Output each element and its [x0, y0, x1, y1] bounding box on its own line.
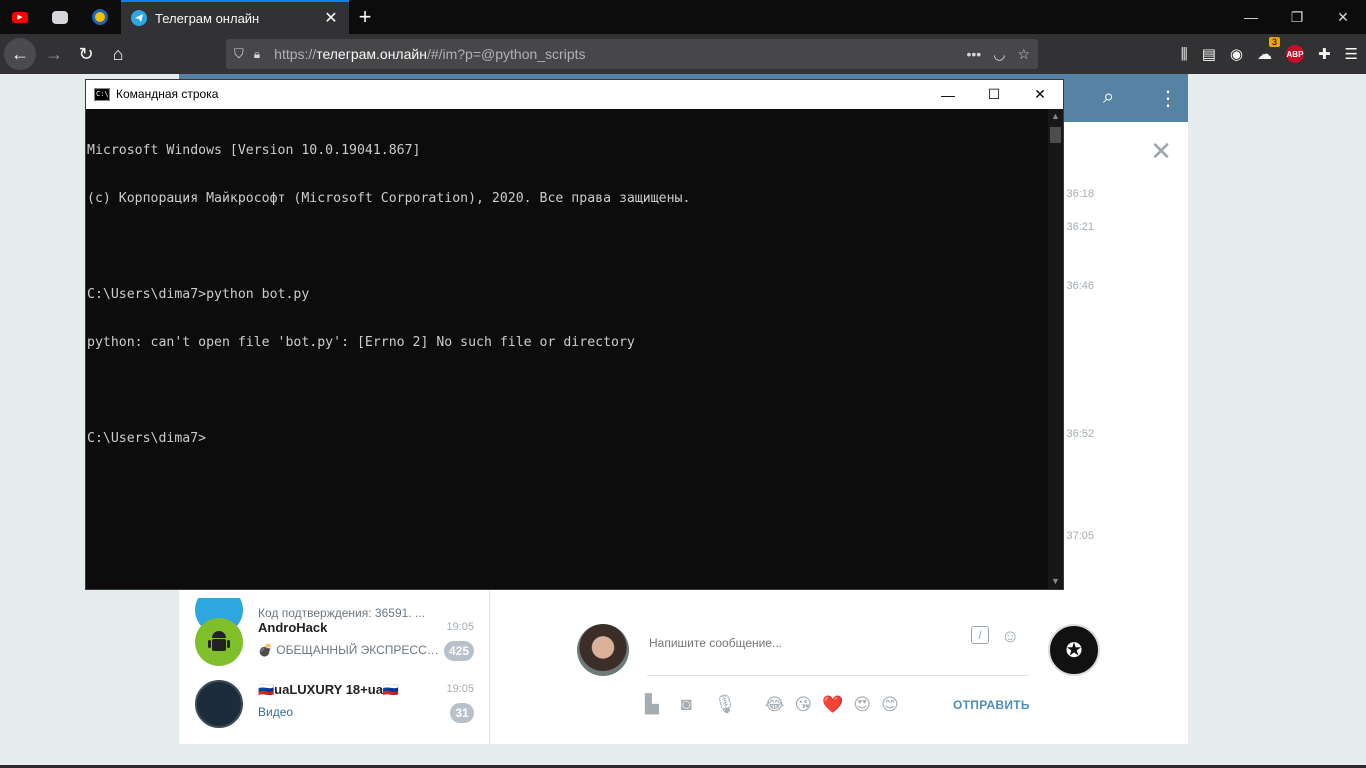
reload-button[interactable]: ↻	[70, 38, 102, 70]
site-icon	[92, 9, 108, 25]
library-icon[interactable]: ⫼	[1181, 46, 1188, 63]
peer-avatar[interactable]: ✪	[1048, 624, 1100, 676]
more-actions-icon[interactable]: •••	[967, 46, 982, 62]
browser-nav-bar: ← → ↻ ⌂ ⛉ 🔒︎ https://телеграм.онлайн/#/i…	[0, 34, 1366, 74]
luxury-avatar	[195, 680, 243, 728]
new-tab-button[interactable]: +	[352, 0, 378, 34]
emoji-smile-icon[interactable]: ☺	[1001, 626, 1019, 647]
browser-minimize-button[interactable]: —	[1228, 0, 1274, 34]
message-time: 36:52	[1066, 428, 1094, 440]
cmd-console-output[interactable]: Microsoft Windows [Version 10.0.19041.86…	[86, 109, 1048, 589]
android-icon	[208, 631, 230, 651]
pinned-tab-3[interactable]	[80, 0, 120, 34]
dialog-time: 19:05	[446, 621, 474, 633]
adblock-icon[interactable]: ABP	[1285, 45, 1304, 63]
microphone-icon[interactable]: 🎙︎	[714, 694, 737, 715]
console-line: Microsoft Windows [Version 10.0.19041.86…	[87, 143, 421, 158]
scroll-up-icon[interactable]: ▲	[1048, 109, 1063, 124]
lock-icon[interactable]: 🔒︎	[254, 47, 260, 62]
cmd-scrollbar[interactable]: ▲ ▼	[1048, 109, 1063, 589]
youtube-tab[interactable]: ▶	[0, 0, 40, 34]
cmd-title-bar[interactable]: C:\ Командная строка — ☐ ✕	[86, 80, 1063, 109]
dialog-item-luxury[interactable]: 🇷🇺uaLUXURY 18+ua🇷🇺 19:05 Видео 31	[179, 673, 490, 735]
tab-title: Телеграм онлайн	[155, 10, 260, 26]
send-button[interactable]: ОТПРАВИТЬ	[953, 698, 1030, 712]
message-time: 37:05	[1066, 530, 1094, 542]
dialog-name: 🇷🇺uaLUXURY 18+ua🇷🇺	[258, 682, 400, 697]
emoji-heart[interactable]: ❤️	[822, 695, 843, 715]
tab-telegram[interactable]: Телеграм онлайн ✕	[121, 0, 349, 34]
peer-logo-icon: ✪	[1065, 639, 1083, 662]
discord-icon	[52, 10, 68, 24]
arrow-left-icon: ←	[11, 43, 29, 64]
dialog-name: AndroHack	[258, 620, 328, 635]
cmd-icon: C:\	[94, 88, 110, 101]
hamburger-menu-icon[interactable]: ☰	[1345, 45, 1358, 63]
message-time: 36:18	[1066, 188, 1094, 200]
commands-icon[interactable]: /	[971, 626, 989, 644]
pocket-icon[interactable]: ◡	[993, 46, 1005, 63]
compose-area: / ☺ ✪ ▙ ◙ 🎙︎ 😂 😘 ❤️ 😍 😊 ОТПРАВИТЬ	[491, 618, 1188, 744]
close-tab-icon[interactable]: ✕	[323, 8, 339, 28]
scroll-thumb[interactable]	[1050, 127, 1061, 143]
cmd-maximize-button[interactable]: ☐	[971, 80, 1017, 109]
sidebar-icon[interactable]: ▤	[1202, 45, 1216, 63]
camera-icon[interactable]: ◙	[681, 694, 692, 715]
message-time: 36:46	[1066, 280, 1094, 292]
dialog-item-androhack[interactable]: AndroHack 19:05 💣 ОБЕЩАННЫЙ ЭКСПРЕСС Н..…	[179, 611, 490, 673]
forward-button[interactable]: →	[38, 38, 70, 70]
console-line: (c) Корпорация Майкрософт (Microsoft Cor…	[87, 191, 691, 206]
my-avatar[interactable]	[577, 624, 629, 676]
url-path: /#/im?p=@python_scripts	[426, 46, 586, 62]
emoji-joy[interactable]: 😂	[765, 695, 785, 715]
shield-icon[interactable]: ⛉	[234, 46, 244, 62]
unread-badge: 425	[443, 641, 474, 661]
cmd-close-button[interactable]: ✕	[1017, 80, 1063, 109]
bookmark-star-icon[interactable]: ☆	[1017, 46, 1030, 63]
dialog-preview: 💣 ОБЕЩАННЫЙ ЭКСПРЕСС Н...	[258, 643, 442, 657]
file-icon[interactable]: ▙	[645, 694, 659, 715]
more-vertical-icon[interactable]: ⋮	[1158, 86, 1178, 111]
cmd-title: Командная строка	[116, 87, 219, 101]
url-text[interactable]: https://телеграм.онлайн/#/im?p=@python_s…	[274, 46, 966, 62]
input-underline	[647, 675, 1029, 676]
url-bar[interactable]: ⛉ 🔒︎ https://телеграм.онлайн/#/im?p=@pyt…	[226, 39, 1038, 69]
reload-icon: ↻	[78, 43, 94, 64]
message-time: 36:21	[1066, 221, 1094, 233]
account-icon[interactable]: ◉	[1230, 45, 1243, 63]
dialog-preview: Видео	[258, 705, 294, 719]
close-icon[interactable]: ✕	[1150, 136, 1172, 167]
browser-close-button[interactable]: ✕	[1320, 0, 1366, 34]
emoji-heart-eyes[interactable]: 😍	[853, 695, 871, 715]
extension-icon: ☁	[1256, 46, 1272, 63]
arrow-right-icon: →	[45, 43, 63, 64]
url-scheme: https://	[274, 46, 317, 62]
home-button[interactable]: ⌂	[102, 38, 134, 70]
emoji-blush[interactable]: 😊	[881, 695, 899, 715]
extensions-menu-icon[interactable]: ✚	[1318, 45, 1331, 63]
console-prompt-line: C:\Users\dima7>	[87, 431, 207, 446]
browser-tab-bar: ▶ Телеграм онлайн ✕ + — ❐ ✕	[0, 0, 1366, 34]
android-avatar	[195, 618, 243, 666]
cmd-minimize-button[interactable]: —	[925, 80, 971, 109]
command-prompt-window[interactable]: C:\ Командная строка — ☐ ✕ Microsoft Win…	[85, 79, 1064, 590]
youtube-icon: ▶	[12, 11, 28, 23]
discord-tab[interactable]	[40, 0, 80, 34]
extension-badge: 3	[1268, 37, 1280, 47]
home-icon: ⌂	[112, 43, 124, 64]
extension-button[interactable]: ☁ 3	[1256, 37, 1280, 63]
browser-restore-button[interactable]: ❐	[1274, 0, 1320, 34]
search-icon[interactable]: ⌕	[1103, 86, 1114, 109]
console-line: python: can't open file 'bot.py': [Errno…	[87, 335, 635, 350]
telegram-icon	[131, 10, 147, 26]
scroll-down-icon[interactable]: ▼	[1048, 574, 1063, 589]
dialog-time: 19:05	[446, 683, 474, 695]
console-line: C:\Users\dima7>python bot.py	[87, 287, 310, 302]
url-host: телеграм.онлайн	[316, 46, 427, 62]
back-button[interactable]: ←	[4, 38, 36, 70]
unread-badge: 31	[450, 703, 474, 723]
emoji-kiss[interactable]: 😘	[794, 695, 812, 715]
